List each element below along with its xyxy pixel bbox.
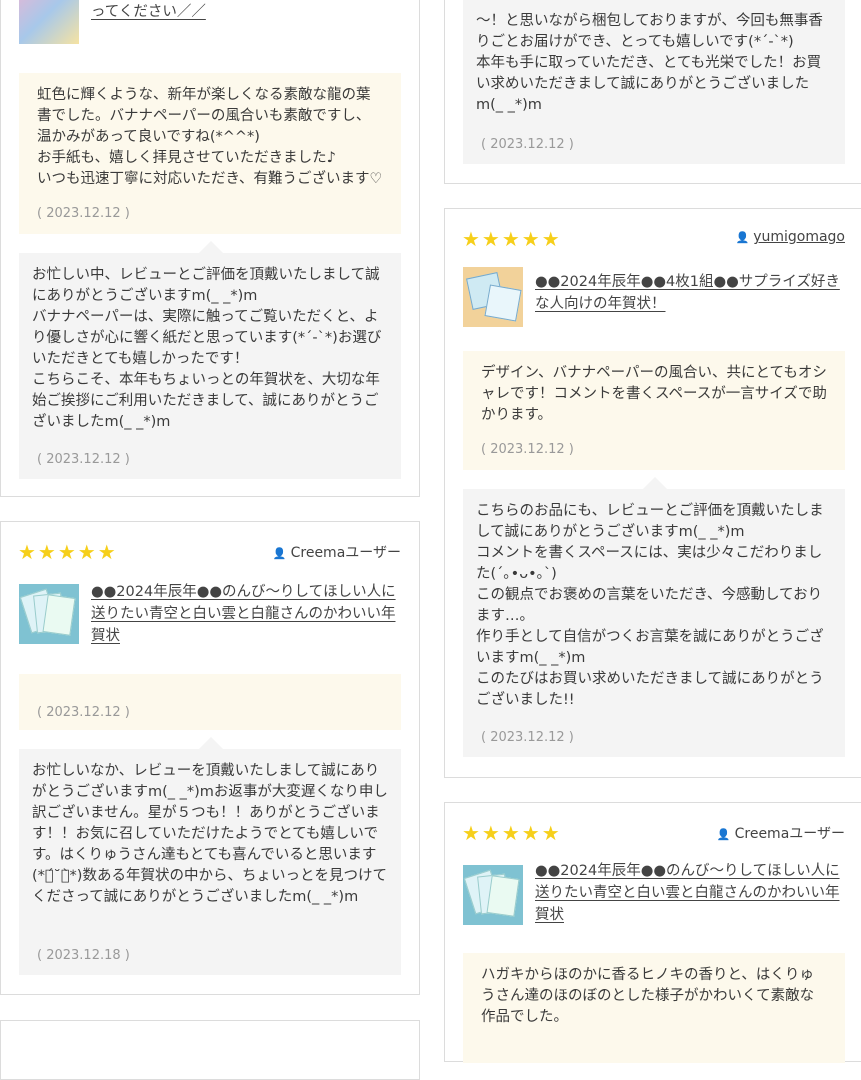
review-card xyxy=(0,1020,420,1080)
product-title-link[interactable]: ように キラキラ輝く一年になってほしい人に贈ってください／／ xyxy=(91,0,403,23)
user-icon: 👤 xyxy=(716,828,731,841)
product-title-link[interactable]: ●●2024年辰年●●のんび～りしてほしい人に送りたい青空と白い雲と白龍さんのか… xyxy=(91,581,403,647)
reply-text: お忙しい中、レビューとご評価を頂戴いたしまして誠にありがとうございますm(_ _… xyxy=(32,267,382,430)
review-comment: ハガキからほのかに香るヒノキの香りと、はくりゅうさん達のほのぼのとした様子がかわ… xyxy=(463,953,845,1063)
reply-date: ( 2023.12.12 ) xyxy=(481,730,574,745)
review-text: ハガキからほのかに香るヒノキの香りと、はくりゅうさん達のほのぼのとした様子がかわ… xyxy=(481,967,815,1025)
review-date: ( 2023.12.12 ) xyxy=(37,206,130,221)
product-thumbnail[interactable] xyxy=(19,584,79,644)
user-icon: 👤 xyxy=(272,547,287,560)
product-thumbnail[interactable] xyxy=(463,267,523,327)
user-icon: 👤 xyxy=(735,231,750,244)
reply-date: ( 2023.12.18 ) xyxy=(37,948,130,963)
review-date: ( 2023.12.12 ) xyxy=(481,442,574,457)
reply-text: お忙しいなか、レビューを頂戴いたしまして誠にありがとうございますm(_ _*)m… xyxy=(32,763,388,905)
review-card: ★★★★★ 👤 yumigomago ●●2024年辰年●●4枚1組●●サプライズ… xyxy=(444,208,861,778)
review-card: ～！と思いながら梱包しておりますが、今回も無事香りごとお届けができ、とっても嬉し… xyxy=(444,0,861,184)
review-comment: 虹色に輝くような、新年が楽しくなる素敵な龍の葉書でした。バナナペーパーの風合いも… xyxy=(19,73,401,234)
seller-reply: こちらのお品にも、レビューとご評価を頂戴いたしまして誠にありがとうございますm(… xyxy=(463,477,845,757)
review-text: 虹色に輝くような、新年が楽しくなる素敵な龍の葉書でした。バナナペーパーの風合いも… xyxy=(37,87,383,187)
reply-date: ( 2023.12.12 ) xyxy=(481,137,574,152)
reviewer-name: 👤 Creemaユーザー xyxy=(272,545,401,561)
reply-text: ～！と思いながら梱包しておりますが、今回も無事香りごとお届けができ、とっても嬉し… xyxy=(476,13,823,113)
review-comment: デザイン、バナナペーパーの風合い、共にとてもオシャレです！コメントを書くスペース… xyxy=(463,351,845,470)
reviewer-name: 👤 Creemaユーザー xyxy=(716,826,845,842)
product-thumbnail[interactable] xyxy=(463,865,523,925)
reply-date: ( 2023.12.12 ) xyxy=(37,452,130,467)
reply-text: こちらのお品にも、レビューとご評価を頂戴いたしまして誠にありがとうございますm(… xyxy=(476,503,824,708)
rating-stars: ★★★★★ xyxy=(462,227,562,251)
rating-stars: ★★★★★ xyxy=(18,540,118,564)
review-comment: ( 2023.12.12 ) xyxy=(19,674,401,730)
product-title-link[interactable]: ●●2024年辰年●●のんび～りしてほしい人に送りたい青空と白い雲と白龍さんのか… xyxy=(535,860,847,926)
seller-reply: ～！と思いながら梱包しておりますが、今回も無事香りごとお届けができ、とっても嬉し… xyxy=(463,0,845,164)
review-card: ★★★★★ 👤 Creemaユーザー ●●2024年辰年●●のんび～りしてほしい人… xyxy=(0,521,420,995)
review-card: ★★★★★ 👤 Creemaユーザー ●●2024年辰年●●のんび～りしてほしい人… xyxy=(444,802,861,1063)
rating-stars: ★★★★★ xyxy=(462,821,562,845)
review-text: デザイン、バナナペーパーの風合い、共にとてもオシャレです！コメントを書くスペース… xyxy=(481,365,827,423)
review-date: ( 2023.12.12 ) xyxy=(37,705,130,720)
reviewer-name[interactable]: 👤 yumigomago xyxy=(735,229,845,245)
review-card: ように キラキラ輝く一年になってほしい人に贈ってください／／ 虹色に輝くような、… xyxy=(0,0,420,497)
seller-reply: お忙しいなか、レビューを頂戴いたしまして誠にありがとうございますm(_ _*)m… xyxy=(19,737,401,975)
product-title-link[interactable]: ●●2024年辰年●●4枚1組●●サプライズ好きな人向けの年賀状！ xyxy=(535,271,847,315)
product-thumbnail[interactable] xyxy=(19,0,79,44)
seller-reply: お忙しい中、レビューとご評価を頂戴いたしまして誠にありがとうございますm(_ _… xyxy=(19,241,401,479)
